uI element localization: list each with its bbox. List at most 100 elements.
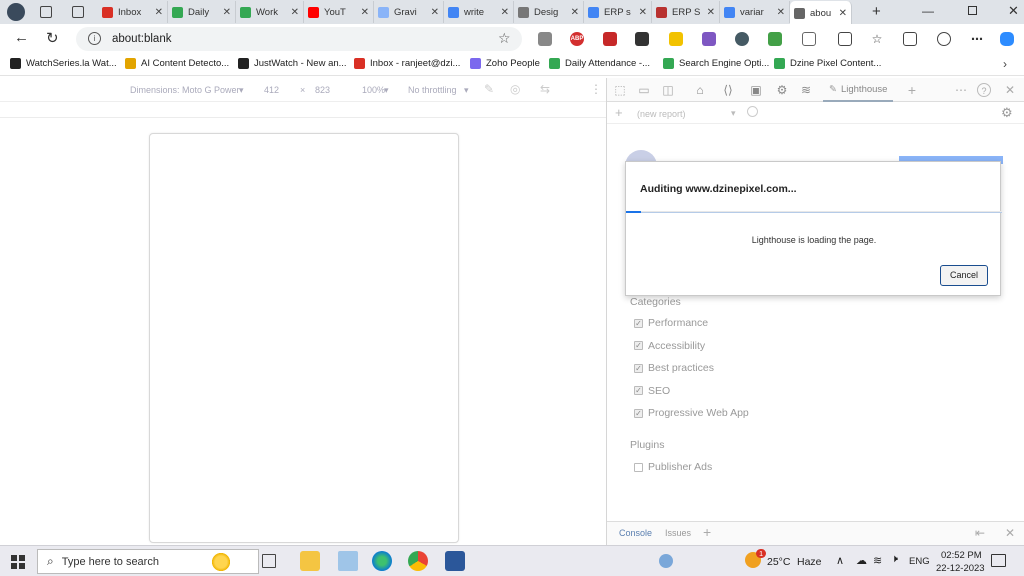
favorite-star-icon[interactable]: ☆ xyxy=(498,30,511,47)
clock-time[interactable]: 02:52 PM xyxy=(941,550,982,561)
extension-icon[interactable] xyxy=(603,32,617,46)
close-tab-icon[interactable]: ✕ xyxy=(839,8,847,19)
close-tab-icon[interactable]: ✕ xyxy=(777,7,785,18)
checkbox-row[interactable]: ✓ Progressive Web App xyxy=(634,407,749,419)
chevron-right-icon[interactable]: › xyxy=(1003,57,1007,71)
tab-1[interactable]: Daily ✕ xyxy=(168,1,236,23)
network-wifi-icon[interactable]: ≋ xyxy=(799,83,813,97)
add-report-icon[interactable]: + xyxy=(615,105,623,120)
drawer-tab-console[interactable]: Console xyxy=(619,528,652,538)
clock-date[interactable]: 22-12-2023 xyxy=(936,563,985,574)
file-explorer-icon[interactable] xyxy=(300,551,320,571)
bookmark-item[interactable]: Inbox - ranjeet@dzi... xyxy=(354,58,460,69)
collections-icon[interactable] xyxy=(903,32,917,46)
close-window-button[interactable]: ✕ xyxy=(1008,3,1019,19)
back-icon[interactable]: ← xyxy=(14,29,29,46)
close-tab-icon[interactable]: ✕ xyxy=(361,7,369,18)
close-tab-icon[interactable]: ✕ xyxy=(291,7,299,18)
pen-icon[interactable]: ✎ xyxy=(484,82,494,96)
taskbar-search[interactable]: ⌕ Type here to search xyxy=(37,549,259,574)
checkbox-row[interactable]: ✓ Best practices xyxy=(634,362,714,374)
tab-lighthouse[interactable]: ✎ Lighthouse xyxy=(823,78,894,102)
show-hidden-icons-icon[interactable]: ∧ xyxy=(836,554,844,567)
info-icon[interactable]: i xyxy=(88,32,101,45)
sensor-icon[interactable]: ◎ xyxy=(510,82,520,96)
close-tab-icon[interactable]: ✕ xyxy=(431,7,439,18)
console-icon[interactable]: ▣ xyxy=(749,83,763,97)
dock-icon[interactable]: ⇤ xyxy=(975,526,985,540)
zoom-select[interactable]: 100% xyxy=(362,85,385,95)
bookmark-item[interactable]: Zoho People xyxy=(470,58,540,69)
tab-0[interactable]: Inbox ✕ xyxy=(98,1,168,23)
tab-10[interactable]: abou ✕ xyxy=(790,1,852,25)
close-tab-icon[interactable]: ✕ xyxy=(571,7,579,18)
extension-icon[interactable] xyxy=(669,32,683,46)
help-icon[interactable]: ? xyxy=(977,83,991,97)
close-tab-icon[interactable]: ✕ xyxy=(501,7,509,18)
wifi-icon[interactable]: ≋ xyxy=(873,554,882,567)
bookmark-item[interactable]: Daily Attendance -... xyxy=(549,58,650,69)
tab-5[interactable]: write ✕ xyxy=(444,1,514,23)
bookmark-item[interactable]: AI Content Detecto... xyxy=(125,58,229,69)
close-icon[interactable]: ✕ xyxy=(1003,83,1017,97)
close-icon[interactable]: ✕ xyxy=(1005,526,1015,540)
rotate-icon[interactable]: ⇆ xyxy=(540,82,550,96)
extensions-puzzle-icon[interactable] xyxy=(802,32,816,46)
add-tab-icon[interactable]: + xyxy=(905,83,919,97)
chrome-icon[interactable] xyxy=(408,551,428,571)
checkbox-checked[interactable]: ✓ xyxy=(634,341,643,350)
dimensions-select[interactable]: Dimensions: Moto G Power xyxy=(130,85,240,95)
more-menu-icon[interactable]: ⋯ xyxy=(970,32,984,46)
tab-7[interactable]: ERP s ✕ xyxy=(584,1,652,23)
sidebar-icon[interactable]: ◫ xyxy=(661,83,675,97)
checkbox-checked[interactable]: ✓ xyxy=(634,363,643,373)
width-input[interactable]: 412 xyxy=(264,85,279,95)
tab-actions-icon[interactable] xyxy=(72,6,84,18)
tab-3[interactable]: YouT ✕ xyxy=(304,1,374,23)
tab-4[interactable]: Gravi ✕ xyxy=(374,1,444,23)
device-toggle-icon[interactable]: ▭ xyxy=(637,83,651,97)
checkbox-row[interactable]: Publisher Ads xyxy=(634,461,712,473)
close-tab-icon[interactable]: ✕ xyxy=(639,7,647,18)
tab-8[interactable]: ERP S ✕ xyxy=(652,1,720,23)
task-view-icon[interactable] xyxy=(262,554,276,568)
close-tab-icon[interactable]: ✕ xyxy=(223,7,231,18)
checkbox-checked[interactable]: ✓ xyxy=(634,408,643,418)
close-tab-icon[interactable]: ✕ xyxy=(155,7,163,18)
address-bar[interactable]: i about:blank ☆ xyxy=(76,27,522,51)
height-input[interactable]: 823 xyxy=(315,85,330,95)
restore-button[interactable] xyxy=(968,6,977,15)
tab-6[interactable]: Desig ✕ xyxy=(514,1,584,23)
refresh-icon[interactable]: ↻ xyxy=(46,29,59,47)
edge-icon[interactable] xyxy=(372,551,392,571)
checkbox-checked[interactable]: ✓ xyxy=(634,386,643,395)
extension-icon[interactable] xyxy=(735,32,749,46)
add-drawer-tab-icon[interactable]: + xyxy=(703,524,711,540)
profile-avatar[interactable] xyxy=(7,3,25,21)
checkbox-row[interactable]: ✓ Performance xyxy=(634,317,708,329)
split-screen-icon[interactable] xyxy=(838,32,852,46)
extension-icon[interactable] xyxy=(635,32,649,46)
checkbox-row[interactable]: ✓ SEO xyxy=(634,385,670,397)
windows-start-icon[interactable] xyxy=(11,555,25,569)
bookmark-item[interactable]: Dzine Pixel Content... xyxy=(774,58,881,69)
performance-icon[interactable] xyxy=(937,32,951,46)
elements-icon[interactable]: ⟨⟩ xyxy=(721,83,735,97)
favorites-icon[interactable]: ☆ xyxy=(870,32,884,46)
report-select[interactable]: (new report) xyxy=(637,109,686,119)
workspaces-icon[interactable] xyxy=(40,6,52,18)
bookmark-item[interactable]: WatchSeries.la Wat... xyxy=(10,58,117,69)
address-url[interactable]: about:blank xyxy=(112,33,171,45)
word-icon[interactable] xyxy=(445,551,465,571)
helper-app-icon[interactable] xyxy=(659,554,673,568)
cancel-button[interactable]: Cancel xyxy=(940,265,988,286)
more-icon[interactable]: ⋮ xyxy=(590,82,602,96)
drawer-tab-issues[interactable]: Issues xyxy=(665,528,691,538)
weather-temp[interactable]: 25°C xyxy=(767,556,790,568)
settings-gear-icon[interactable]: ⚙ xyxy=(1001,105,1013,121)
extension-icon[interactable] xyxy=(538,32,552,46)
extension-icon[interactable] xyxy=(768,32,782,46)
checkbox-checked[interactable]: ✓ xyxy=(634,318,643,328)
language-indicator[interactable]: ENG xyxy=(909,556,930,567)
welcome-home-icon[interactable]: ⌂ xyxy=(693,83,707,97)
